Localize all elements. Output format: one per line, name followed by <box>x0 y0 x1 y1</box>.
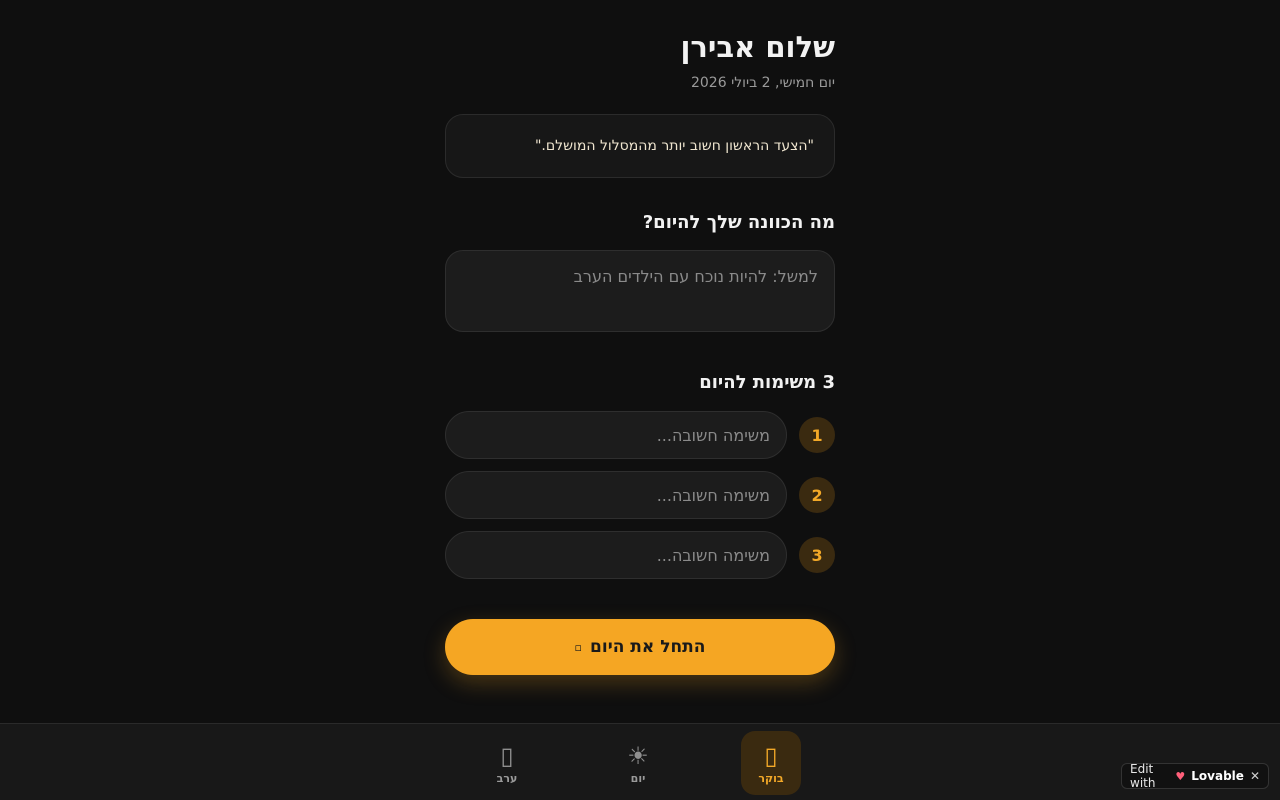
intention-heading: מה הכוונה שלך להיום? <box>642 212 835 233</box>
badge-brand: Lovable <box>1191 769 1244 783</box>
nav-item-evening[interactable]: ▯ ערב <box>477 731 537 795</box>
task-number-badge: 3 <box>799 537 835 573</box>
quote-text: "הצעד הראשון חשוב יותר מהמסלול המושלם." <box>534 138 814 154</box>
nav-item-day[interactable]: ☀ יום <box>608 731 668 795</box>
moon-icon: ▯ <box>500 741 514 770</box>
close-icon[interactable]: ✕ <box>1250 769 1260 783</box>
lovable-heart-icon: ♥ <box>1175 769 1186 783</box>
task-input-1[interactable] <box>445 411 787 459</box>
task-input-2[interactable] <box>445 471 787 519</box>
start-day-button[interactable]: התחל את היום ▫ <box>445 619 835 675</box>
task-number-badge: 1 <box>799 417 835 453</box>
task-number-badge: 2 <box>799 477 835 513</box>
tasks-heading: 3 משימות להיום <box>699 372 835 393</box>
task-row-3: 3 <box>445 531 835 579</box>
nav-label-day: יום <box>630 771 646 785</box>
quote-card: "הצעד הראשון חשוב יותר מהמסלול המושלם." <box>445 114 835 178</box>
nav-item-morning[interactable]: ▯ בוקר <box>741 731 801 795</box>
task-row-2: 2 <box>445 471 835 519</box>
task-row-1: 1 <box>445 411 835 459</box>
page-title: שלום אבירן <box>680 30 835 64</box>
intention-input[interactable] <box>445 250 835 332</box>
nav-label-evening: ערב <box>496 771 518 785</box>
task-input-3[interactable] <box>445 531 787 579</box>
sunrise-icon: ▯ <box>764 741 778 770</box>
start-day-label: התחל את היום <box>590 637 706 657</box>
sparkle-icon: ▫ <box>574 640 583 654</box>
bottom-nav: ▯ בוקר ☀ יום ▯ ערב <box>0 723 1280 800</box>
badge-prefix: Edit with <box>1130 762 1156 790</box>
date-subtitle: יום חמישי, 2 ביולי 2026 <box>690 75 835 91</box>
nav-label-morning: בוקר <box>758 771 784 785</box>
lovable-badge[interactable]: Edit with ♥ Lovable ✕ <box>1121 762 1269 790</box>
sun-icon: ☀ <box>627 741 649 770</box>
